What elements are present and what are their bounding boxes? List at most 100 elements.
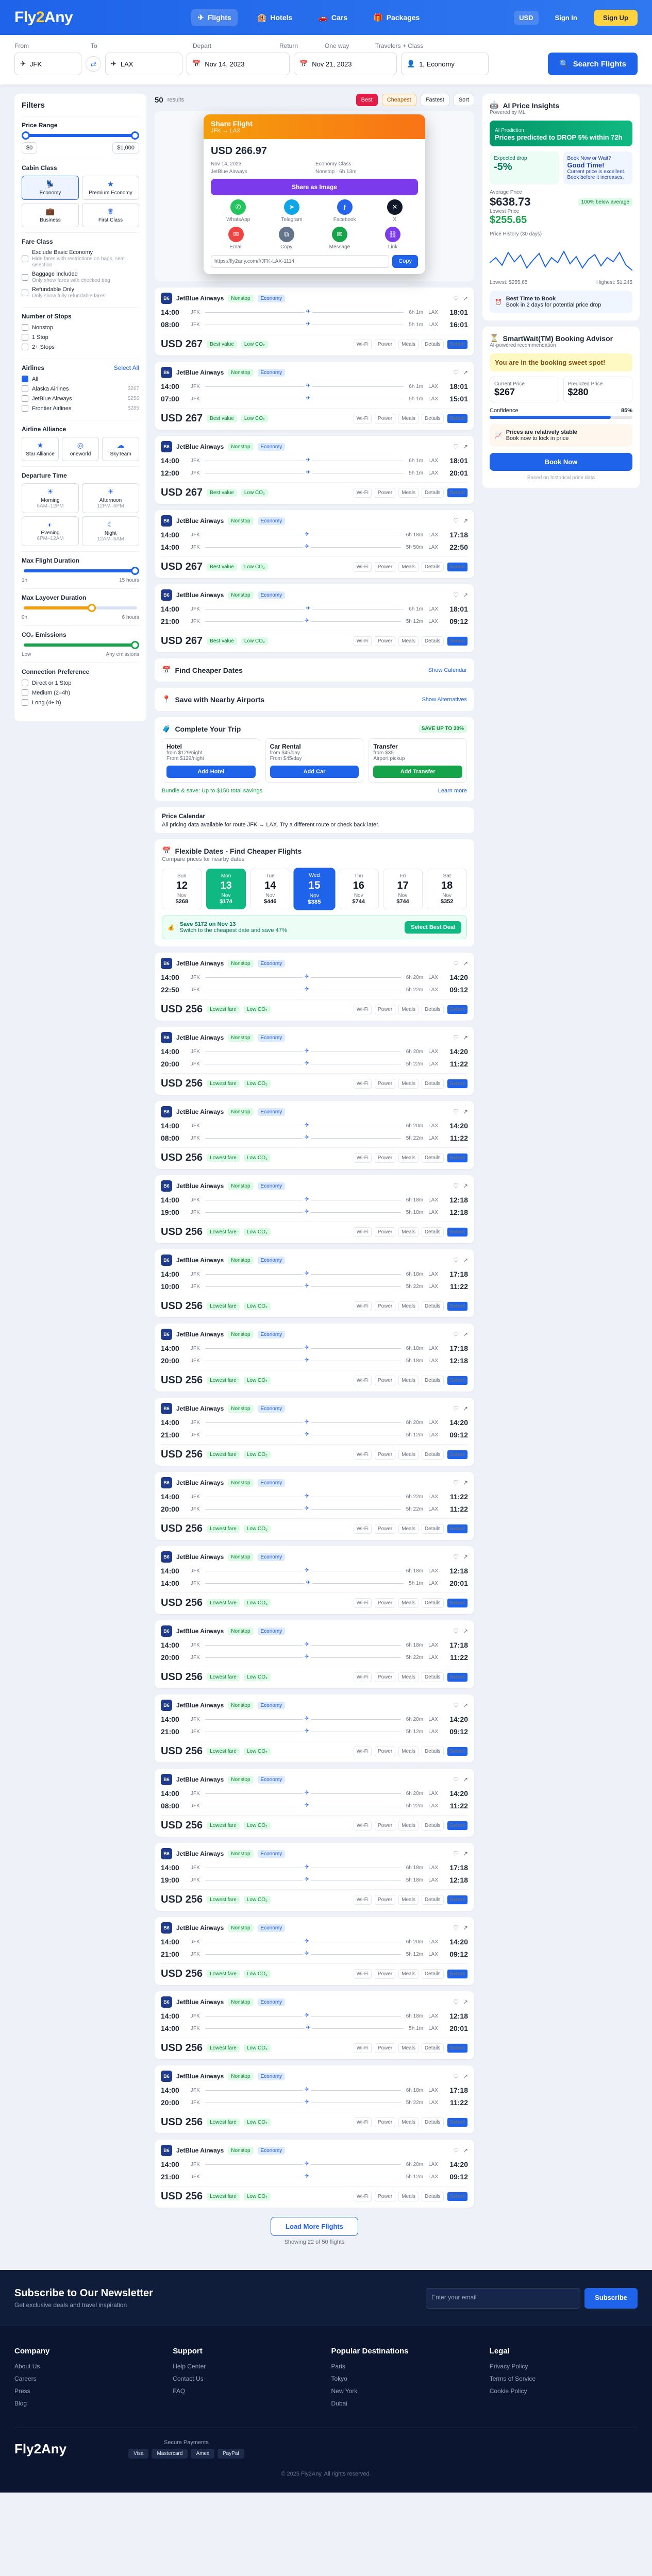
select-button[interactable]: Select — [446, 488, 468, 498]
from-field[interactable]: ✈ JFK — [14, 53, 81, 75]
connection-option[interactable]: Direct or 1 Stop — [22, 680, 139, 686]
checkbox[interactable] — [22, 405, 28, 412]
footer-link[interactable]: Contact Us — [173, 2375, 321, 2382]
share-icon[interactable]: ↗ — [463, 2147, 468, 2154]
share-facebook[interactable]: f Facebook — [333, 199, 356, 223]
details-button[interactable]: Details — [421, 2192, 444, 2201]
details-button[interactable]: Details — [421, 636, 444, 646]
select-button[interactable]: Select — [446, 1005, 468, 1014]
checkbox[interactable] — [22, 334, 28, 341]
heart-icon[interactable]: ♡ — [453, 2073, 459, 2080]
heart-icon[interactable]: ♡ — [453, 517, 459, 524]
share-link[interactable]: ⛓ Link — [385, 227, 401, 250]
nav-cars[interactable]: 🚗 Cars — [312, 9, 354, 26]
details-button[interactable]: Details — [421, 1153, 444, 1163]
share-icon[interactable]: ↗ — [463, 369, 468, 376]
show-alternatives-link[interactable]: Show Alternatives — [422, 697, 467, 703]
share-icon[interactable]: ↗ — [463, 1479, 468, 1486]
share-icon[interactable]: ↗ — [463, 1034, 468, 1041]
heart-icon[interactable]: ♡ — [453, 2147, 459, 2154]
select-best-deal-button[interactable]: Select Best Deal — [405, 921, 461, 934]
layover-slider[interactable] — [24, 604, 137, 612]
details-button[interactable]: Details — [421, 562, 444, 572]
fare-option[interactable]: Baggage Included Only show fares with che… — [22, 271, 139, 283]
heart-icon[interactable]: ♡ — [453, 1924, 459, 1931]
share-icon[interactable]: ↗ — [463, 1331, 468, 1338]
heart-icon[interactable]: ♡ — [453, 1405, 459, 1412]
stop-option[interactable]: 2+ Stops — [22, 344, 139, 350]
checkbox[interactable] — [22, 344, 28, 350]
share-icon[interactable]: ↗ — [463, 1776, 468, 1783]
signin-button[interactable]: Sign In — [546, 10, 587, 26]
flex-date-18[interactable]: Sat 18 Nov $352 — [427, 869, 467, 909]
return-field[interactable]: 📅 Nov 21, 2023 — [294, 53, 397, 75]
select-button[interactable]: Select — [446, 1747, 468, 1756]
departure-morning[interactable]: ☀ Morning 6AM–12PM — [22, 483, 79, 513]
select-button[interactable]: Select — [446, 1969, 468, 1979]
slider-handle[interactable] — [88, 604, 96, 612]
details-button[interactable]: Details — [421, 2117, 444, 2127]
footer-link[interactable]: Tokyo — [331, 2375, 479, 2382]
sort-fastest[interactable]: Fastest — [420, 94, 449, 106]
heart-icon[interactable]: ♡ — [453, 1776, 459, 1783]
heart-icon[interactable]: ♡ — [453, 369, 459, 376]
book-now-button[interactable]: Book Now — [490, 453, 632, 471]
footer-link[interactable]: New York — [331, 2387, 479, 2395]
flex-date-17[interactable]: Fri 17 Nov $744 — [382, 869, 423, 909]
newsletter-email-input[interactable]: Enter your email — [426, 2287, 581, 2309]
details-button[interactable]: Details — [421, 1821, 444, 1831]
select-button[interactable]: Select — [446, 1227, 468, 1237]
flex-date-14[interactable]: Tue 14 Nov $446 — [250, 869, 291, 909]
footer-link[interactable]: Blog — [14, 2400, 162, 2407]
checkbox[interactable] — [22, 689, 28, 696]
heart-icon[interactable]: ♡ — [453, 1702, 459, 1709]
details-button[interactable]: Details — [421, 1227, 444, 1237]
footer-link[interactable]: Cookie Policy — [490, 2387, 638, 2395]
alliance-oneworld[interactable]: ◎ oneworld — [62, 437, 99, 461]
select-button[interactable]: Select — [446, 1301, 468, 1311]
connection-option[interactable]: Long (4+ h) — [22, 699, 139, 706]
subscribe-button[interactable]: Subscribe — [584, 2287, 638, 2309]
heart-icon[interactable]: ♡ — [453, 1998, 459, 2006]
footer-link[interactable]: Careers — [14, 2375, 162, 2382]
airline-option[interactable]: Alaska Airlines $267 — [22, 385, 139, 392]
heart-icon[interactable]: ♡ — [453, 295, 459, 302]
footer-link[interactable]: Paris — [331, 2363, 479, 2370]
flex-date-13[interactable]: Mon 13 Nov $174 — [206, 869, 246, 909]
slider-handle[interactable] — [131, 567, 139, 575]
details-button[interactable]: Details — [421, 1524, 444, 1534]
price-max[interactable]: $1,000 — [112, 142, 139, 154]
show-calendar-link[interactable]: Show Calendar — [428, 667, 467, 673]
share-icon[interactable]: ↗ — [463, 2073, 468, 2080]
airline-option[interactable]: Frontier Airlines $285 — [22, 405, 139, 412]
details-button[interactable]: Details — [421, 1747, 444, 1756]
select-button[interactable]: Select — [446, 1895, 468, 1905]
load-more-button[interactable]: Load More Flights — [271, 2217, 358, 2236]
cabin-first[interactable]: ♛ First Class — [82, 203, 139, 227]
alliance-skyteam[interactable]: ☁ SkyTeam — [102, 437, 139, 461]
heart-icon[interactable]: ♡ — [453, 1850, 459, 1857]
share-icon[interactable]: ↗ — [463, 1924, 468, 1931]
heart-icon[interactable]: ♡ — [453, 1182, 459, 1190]
flex-date-12[interactable]: Sun 12 Nov $268 — [162, 869, 202, 909]
share-message[interactable]: ✉ Message — [329, 227, 350, 250]
details-button[interactable]: Details — [421, 1301, 444, 1311]
sort-cheapest[interactable]: Cheapest — [381, 94, 416, 106]
departure-afternoon[interactable]: ☀ Afternoon 12PM–6PM — [82, 483, 139, 513]
share-icon[interactable]: ↗ — [463, 591, 468, 599]
heart-icon[interactable]: ♡ — [453, 443, 459, 450]
footer-link[interactable]: Privacy Policy — [490, 2363, 638, 2370]
heart-icon[interactable]: ♡ — [453, 1628, 459, 1635]
alliance-star[interactable]: ★ Star Alliance — [22, 437, 59, 461]
select-button[interactable]: Select — [446, 1598, 468, 1608]
depart-field[interactable]: 📅 Nov 14, 2023 — [187, 53, 290, 75]
heart-icon[interactable]: ♡ — [453, 1108, 459, 1115]
select-button[interactable]: Select — [446, 340, 468, 349]
heart-icon[interactable]: ♡ — [453, 591, 459, 599]
heart-icon[interactable]: ♡ — [453, 960, 459, 967]
select-all-link[interactable]: Select All — [114, 364, 139, 371]
checkbox[interactable] — [22, 680, 28, 686]
copy-link-button[interactable]: Copy — [392, 255, 418, 268]
footer-link[interactable]: FAQ — [173, 2387, 321, 2395]
checkbox[interactable] — [22, 376, 28, 382]
